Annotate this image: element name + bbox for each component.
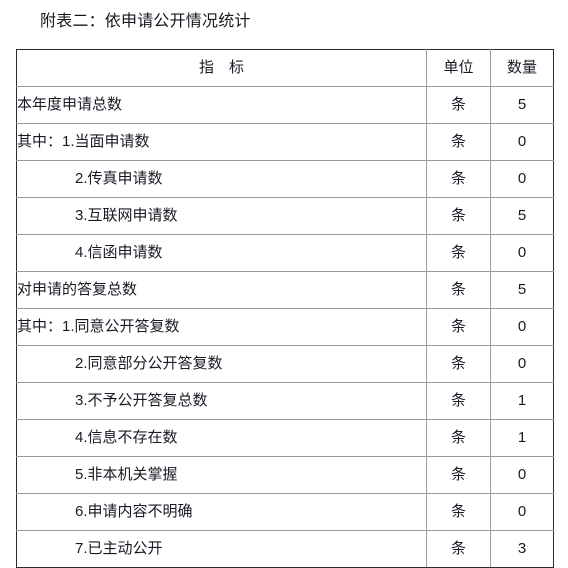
table-row: 2.同意部分公开答复数条 0 bbox=[16, 345, 554, 383]
cell-quantity: 5 bbox=[490, 86, 554, 124]
page-title: 附表二：依申请公开情况统计 bbox=[40, 13, 251, 30]
table-row: 其中：1.同意公开答复数条 0 bbox=[16, 308, 554, 346]
cell-indicator: 6.申请内容不明确 bbox=[16, 493, 427, 531]
cell-unit: 条 bbox=[426, 493, 491, 531]
cell-unit: 条 bbox=[426, 234, 491, 272]
table-row: 本年度申请总数条 5 bbox=[16, 86, 554, 124]
cell-quantity: 0 bbox=[490, 308, 554, 346]
cell-indicator: 本年度申请总数 bbox=[16, 86, 427, 124]
cell-indicator: 7.已主动公开 bbox=[16, 530, 427, 568]
cell-quantity: 0 bbox=[490, 345, 554, 383]
table-header: 指 标 单位 数量 bbox=[16, 49, 554, 87]
table-row: 3.互联网申请数条 5 bbox=[16, 197, 554, 235]
table-body: 本年度申请总数条 5 其中：1.当面申请数条 0 2.传真申请数条 0 3.互联网申请数条 5… bbox=[16, 86, 554, 568]
cell-unit: 条 bbox=[426, 530, 491, 568]
cell-indicator: 2.传真申请数 bbox=[16, 160, 427, 198]
cell-indicator: 4.信函申请数 bbox=[16, 234, 427, 272]
cell-unit: 条 bbox=[426, 160, 491, 198]
column-header-unit: 单位 bbox=[426, 49, 491, 87]
table-row: 5.非本机关掌握条 0 bbox=[16, 456, 554, 494]
table-header-row: 指 标 单位 数量 bbox=[16, 49, 554, 87]
cell-quantity: 0 bbox=[490, 123, 554, 161]
table-row: 4.信函申请数条 0 bbox=[16, 234, 554, 272]
cell-unit: 条 bbox=[426, 197, 491, 235]
cell-indicator: 其中：1.同意公开答复数 bbox=[16, 308, 427, 346]
table-row: 4.信息不存在数条 1 bbox=[16, 419, 554, 457]
column-header-indicator: 指 标 bbox=[16, 49, 427, 87]
cell-indicator: 4.信息不存在数 bbox=[16, 419, 427, 457]
column-header-quantity: 数量 bbox=[490, 49, 554, 87]
table-row: 对申请的答复总数条 5 bbox=[16, 271, 554, 309]
document-page: 附表二：依申请公开情况统计 指 标 单位 数量 本年度申请总数条 5 其中：1.当面… bbox=[0, 0, 568, 568]
cell-unit: 条 bbox=[426, 308, 491, 346]
cell-unit: 条 bbox=[426, 456, 491, 494]
cell-unit: 条 bbox=[426, 345, 491, 383]
statistics-table-container: 指 标 单位 数量 本年度申请总数条 5 其中：1.当面申请数条 0 2.传真申请数条 0… bbox=[16, 49, 554, 568]
cell-quantity: 0 bbox=[490, 160, 554, 198]
cell-indicator: 5.非本机关掌握 bbox=[16, 456, 427, 494]
table-row: 其中：1.当面申请数条 0 bbox=[16, 123, 554, 161]
cell-unit: 条 bbox=[426, 271, 491, 309]
cell-unit: 条 bbox=[426, 419, 491, 457]
table-row: 2.传真申请数条 0 bbox=[16, 160, 554, 198]
cell-unit: 条 bbox=[426, 86, 491, 124]
cell-quantity: 3 bbox=[490, 530, 554, 568]
statistics-table: 指 标 单位 数量 本年度申请总数条 5 其中：1.当面申请数条 0 2.传真申请数条 0… bbox=[16, 49, 554, 568]
cell-quantity: 5 bbox=[490, 271, 554, 309]
table-row: 6.申请内容不明确条 0 bbox=[16, 493, 554, 531]
cell-quantity: 1 bbox=[490, 382, 554, 420]
cell-indicator: 其中：1.当面申请数 bbox=[16, 123, 427, 161]
cell-unit: 条 bbox=[426, 123, 491, 161]
cell-quantity: 5 bbox=[490, 197, 554, 235]
cell-quantity: 1 bbox=[490, 419, 554, 457]
table-row: 3.不予公开答复总数条 1 bbox=[16, 382, 554, 420]
cell-quantity: 0 bbox=[490, 234, 554, 272]
cell-indicator: 3.互联网申请数 bbox=[16, 197, 427, 235]
cell-indicator: 对申请的答复总数 bbox=[16, 271, 427, 309]
cell-indicator: 3.不予公开答复总数 bbox=[16, 382, 427, 420]
cell-indicator: 2.同意部分公开答复数 bbox=[16, 345, 427, 383]
cell-unit: 条 bbox=[426, 382, 491, 420]
cell-quantity: 0 bbox=[490, 493, 554, 531]
table-row: 7.已主动公开条 3 bbox=[16, 530, 554, 568]
cell-quantity: 0 bbox=[490, 456, 554, 494]
